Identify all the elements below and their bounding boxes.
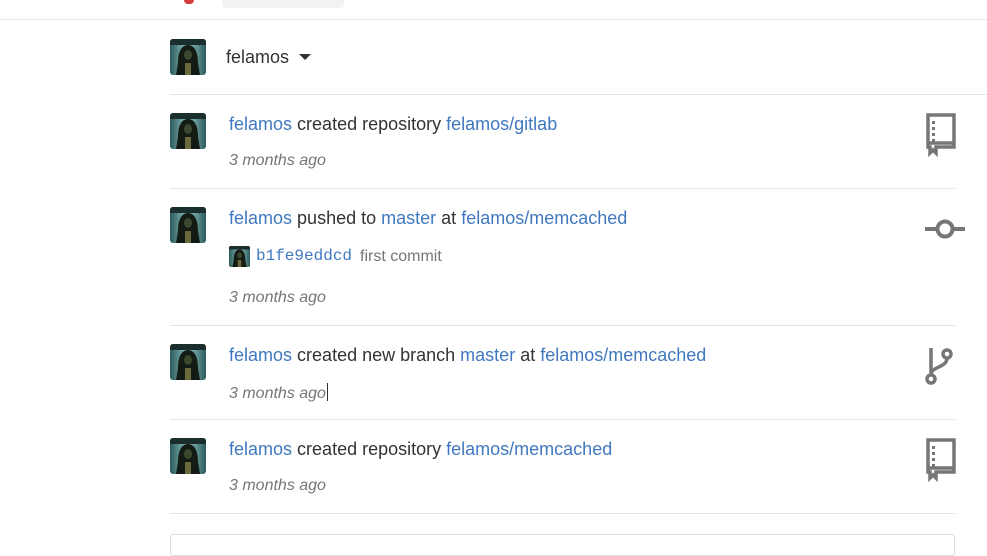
panel-box — [170, 534, 955, 556]
repo-icon — [924, 438, 958, 487]
branch-link[interactable]: master — [381, 208, 436, 228]
branch-icon — [925, 346, 953, 391]
event-title: felamos pushed to master at felamos/memc… — [229, 208, 627, 229]
top-navbar — [0, 0, 987, 20]
search-input[interactable] — [222, 0, 344, 8]
event-time: 3 months ago — [229, 477, 326, 494]
avatar[interactable] — [170, 438, 206, 474]
avatar[interactable] — [170, 207, 206, 243]
user-link[interactable]: felamos — [229, 345, 292, 365]
event-at: at — [441, 208, 457, 228]
avatar[interactable] — [170, 39, 206, 75]
event-title: felamos created repository felamos/memca… — [229, 439, 612, 460]
owner-switcher-button[interactable]: felamos — [226, 47, 289, 68]
caret-down-icon[interactable] — [299, 54, 311, 60]
user-link[interactable]: felamos — [229, 208, 292, 228]
event-action: created repository — [297, 114, 442, 134]
user-link[interactable]: felamos — [229, 439, 292, 459]
commit-sha-link[interactable]: b1fe9eddcd — [256, 247, 352, 265]
repo-link[interactable]: felamos/memcached — [446, 439, 612, 459]
avatar[interactable] — [229, 246, 250, 267]
event-title: felamos created new branch master at fel… — [229, 345, 706, 366]
event-action: created new branch — [297, 345, 456, 365]
event-title: felamos created repository felamos/gitla… — [229, 114, 557, 135]
app-logo-icon[interactable] — [184, 0, 194, 4]
feed-event: felamos created new branch master at fel… — [170, 326, 955, 420]
text-cursor — [326, 383, 328, 401]
event-time: 3 months ago — [229, 152, 326, 169]
branch-link[interactable]: master — [460, 345, 515, 365]
commit-message: first commit — [360, 248, 442, 265]
feed-event: felamos created repository felamos/memca… — [170, 420, 958, 514]
feed-event: felamos pushed to master at felamos/memc… — [170, 189, 965, 326]
avatar[interactable] — [170, 344, 206, 380]
event-action: pushed to — [297, 208, 377, 228]
event-time-text: 3 months ago — [229, 385, 326, 402]
event-action: created repository — [297, 439, 442, 459]
user-link[interactable]: felamos — [229, 114, 292, 134]
commit-icon — [925, 217, 965, 246]
repo-link[interactable]: felamos/memcached — [540, 345, 706, 365]
repo-link[interactable]: felamos/gitlab — [446, 114, 557, 134]
repo-link[interactable]: felamos/memcached — [461, 208, 627, 228]
avatar[interactable] — [170, 113, 206, 149]
event-time: 3 months ago — [229, 383, 328, 403]
event-time: 3 months ago — [229, 289, 326, 306]
event-at: at — [520, 345, 536, 365]
feed-event: felamos created repository felamos/gitla… — [170, 95, 958, 189]
repo-icon — [924, 113, 958, 162]
